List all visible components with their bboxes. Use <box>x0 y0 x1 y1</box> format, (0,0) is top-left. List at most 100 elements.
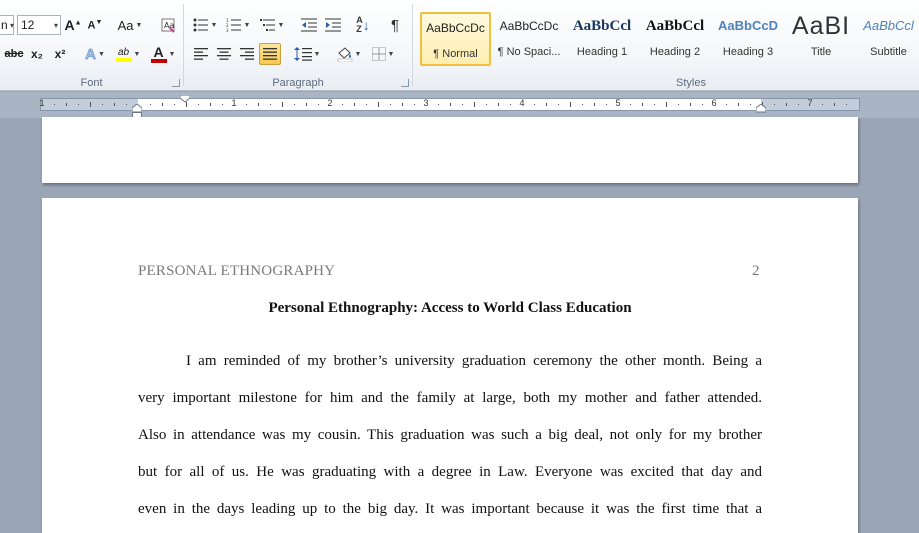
font-name-combo[interactable]: n ▾ <box>0 15 14 35</box>
ruler-tick <box>630 104 631 105</box>
style-no-spacing[interactable]: AaBbCcDc ¶ No Spaci... <box>493 12 565 66</box>
ruler-tick <box>270 104 271 105</box>
increase-indent-button[interactable] <box>322 14 344 36</box>
ruler-tick <box>558 104 559 105</box>
clear-formatting-icon: Aa <box>161 18 175 33</box>
ruler-tick <box>786 103 787 106</box>
font-color-icon: A <box>150 43 167 63</box>
shading-button[interactable]: ▼ <box>334 43 364 65</box>
ruler-tick <box>642 103 643 106</box>
superscript-icon: x² <box>54 47 66 61</box>
style-name: ¶ Normal <box>433 48 478 60</box>
style-name: ¶ No Spaci... <box>497 46 561 58</box>
ruler-tick <box>390 104 391 105</box>
styles-group: AaBbCcDc ¶ Normal AaBbCcDc ¶ No Spaci...… <box>413 0 919 91</box>
font-color-button[interactable]: A ▼ <box>148 43 178 65</box>
ruler-tick <box>822 104 823 105</box>
subscript-button[interactable]: x₂ <box>27 43 47 65</box>
hanging-indent-marker[interactable] <box>132 104 142 118</box>
font-size-combo[interactable]: 12 ▾ <box>17 15 61 35</box>
align-right-button[interactable] <box>236 43 258 65</box>
align-center-icon <box>217 48 231 60</box>
change-case-button[interactable]: Aa ▼ <box>115 14 145 36</box>
ruler-tick <box>114 103 115 106</box>
justify-button[interactable] <box>259 43 281 65</box>
align-center-button[interactable] <box>213 43 235 65</box>
horizontal-ruler[interactable]: 1 1 2 3 4 5 6 7 <box>39 98 860 111</box>
style-normal[interactable]: AaBbCcDc ¶ Normal <box>420 12 491 66</box>
running-head: PERSONAL ETHNOGRAPHY <box>138 263 336 279</box>
ruler-tick <box>474 102 475 107</box>
style-sample: AaBbCcl <box>863 18 914 33</box>
document-body[interactable]: I am reminded of my brother’s university… <box>138 353 762 533</box>
paragraph-dialog-launcher[interactable] <box>401 79 409 87</box>
chevron-down-icon: ▼ <box>243 21 251 29</box>
right-indent-marker[interactable] <box>756 104 766 113</box>
chevron-down-icon: ▼ <box>97 50 105 58</box>
ruler-tick <box>54 104 55 105</box>
ruler-tick <box>366 104 367 105</box>
document-page-1[interactable] <box>42 117 858 183</box>
align-left-icon <box>194 48 208 60</box>
ruler-label: 3 <box>423 98 429 108</box>
decrease-indent-button[interactable] <box>298 14 320 36</box>
superscript-button[interactable]: x² <box>50 43 70 65</box>
ruler-tick <box>306 103 307 106</box>
ruler-tick <box>606 104 607 105</box>
style-sample: AaBI <box>791 12 851 40</box>
numbering-icon: 123 <box>226 18 241 32</box>
line-spacing-button[interactable]: ▼ <box>292 43 322 65</box>
styles-group-label: Styles <box>676 77 706 89</box>
multilevel-list-button[interactable]: ▼ <box>257 14 287 36</box>
style-heading-2[interactable]: AaBbCcl Heading 2 <box>639 12 711 66</box>
ruler-label: 4 <box>519 98 525 108</box>
style-heading-3[interactable]: AaBbCcD Heading 3 <box>712 12 784 66</box>
style-heading-1[interactable]: AaBbCcl Heading 1 <box>566 12 638 66</box>
ruler-tick <box>174 104 175 105</box>
ruler-label: 1 <box>231 98 237 108</box>
ruler-tick <box>258 103 259 106</box>
grow-font-button[interactable]: A▲ <box>63 14 83 36</box>
ruler-tick <box>690 103 691 106</box>
document-title: Personal Ethnography: Access to World Cl… <box>268 300 632 316</box>
grow-font-icon: A▲ <box>64 17 82 33</box>
text-effects-button[interactable]: A ▼ <box>82 43 108 65</box>
ruler-tick <box>726 104 727 105</box>
ruler-tick <box>594 103 595 106</box>
clear-formatting-button[interactable]: Aa <box>157 14 179 36</box>
font-group-label: Font <box>80 77 103 89</box>
ruler-label: 1 <box>39 98 45 108</box>
align-left-button[interactable] <box>190 43 212 65</box>
font-color-label: A <box>153 43 164 60</box>
chevron-down-icon: ▼ <box>313 50 321 58</box>
document-page-2[interactable]: PERSONAL ETHNOGRAPHY 2 Personal Ethnogra… <box>42 198 858 533</box>
style-subtitle[interactable]: AaBbCcl Subtitle <box>858 12 919 66</box>
chevron-down-icon: ▼ <box>387 50 395 58</box>
font-dialog-launcher[interactable] <box>172 79 180 87</box>
ruler-tick <box>666 102 667 107</box>
chevron-down-icon: ▼ <box>135 21 143 29</box>
bullets-button[interactable]: ▼ <box>190 14 220 36</box>
shrink-font-button[interactable]: A▼ <box>85 14 105 36</box>
ruler-tick <box>162 103 163 106</box>
first-line-indent-marker[interactable] <box>180 95 190 103</box>
text-effects-icon: A <box>85 45 96 63</box>
text-line: but for all of us. He was graduating wit… <box>138 464 762 480</box>
sort-button[interactable]: A Z ↓ <box>352 14 374 36</box>
ruler-tick <box>438 104 439 105</box>
ruler-tick <box>702 104 703 105</box>
ruler-tick <box>402 103 403 106</box>
borders-button[interactable]: ▼ <box>368 43 398 65</box>
numbering-button[interactable]: 123 ▼ <box>223 14 253 36</box>
chevron-down-icon: ▼ <box>133 50 141 58</box>
strikethrough-button[interactable]: abc <box>3 43 25 65</box>
ruler-tick <box>102 104 103 105</box>
style-sample: AaBbCcD <box>718 18 778 33</box>
highlight-label: ab <box>117 46 130 58</box>
svg-text:3: 3 <box>226 28 229 32</box>
ruler-tick <box>678 104 679 105</box>
paragraph-group-label: Paragraph <box>272 77 324 89</box>
style-title[interactable]: AaBI Title <box>785 12 857 66</box>
show-formatting-marks-button[interactable]: ¶ <box>384 14 406 36</box>
highlight-button[interactable]: ab ▼ <box>112 43 144 65</box>
